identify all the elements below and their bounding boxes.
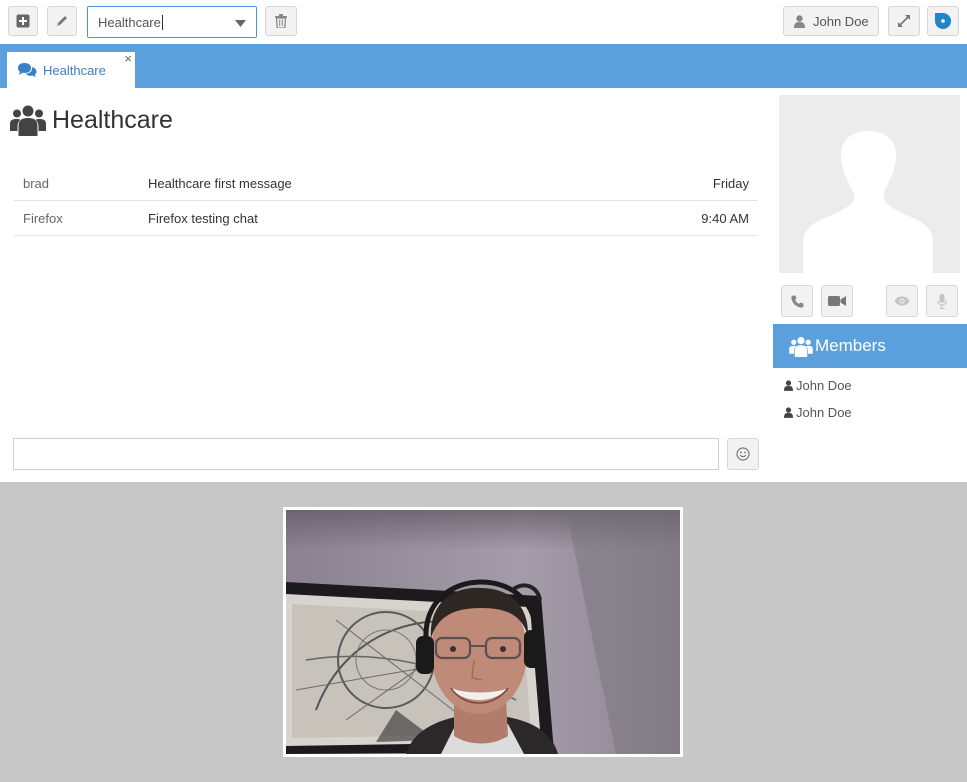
member-item[interactable]: John Doe xyxy=(784,378,852,393)
members-title: Members xyxy=(815,336,886,355)
trash-icon xyxy=(275,14,287,28)
toggle-view-button[interactable] xyxy=(886,285,918,317)
contact-avatar xyxy=(779,95,960,273)
user-icon xyxy=(784,380,793,391)
local-video[interactable] xyxy=(283,507,683,757)
brand-logo-icon xyxy=(935,13,951,29)
users-icon xyxy=(10,105,46,136)
microphone-button[interactable] xyxy=(926,285,958,317)
microphone-icon xyxy=(937,293,947,309)
message-time: Friday xyxy=(712,176,749,191)
tab-healthcare[interactable]: Healthcare × xyxy=(7,52,135,88)
users-icon xyxy=(789,336,813,357)
eye-icon xyxy=(894,296,910,306)
tab-close-button[interactable]: × xyxy=(124,52,132,66)
chevron-down-icon xyxy=(235,20,246,27)
video-camera-icon xyxy=(828,296,846,306)
user-icon xyxy=(794,14,805,28)
user-name: John Doe xyxy=(813,13,869,29)
tab-bar: Healthcare × xyxy=(0,44,967,88)
message-sender: Firefox xyxy=(23,211,63,226)
user-icon xyxy=(784,407,793,418)
room-title-text: Healthcare xyxy=(52,105,173,134)
message-sender: brad xyxy=(23,176,50,191)
add-room-button[interactable] xyxy=(8,6,38,36)
message-time: 9:40 AM xyxy=(701,211,749,226)
message-list: brad Healthcare first message Friday Fir… xyxy=(14,166,758,236)
plus-square-icon xyxy=(16,14,30,28)
comments-icon xyxy=(18,63,37,78)
delete-room-button[interactable] xyxy=(265,6,297,36)
member-item[interactable]: John Doe xyxy=(784,405,852,420)
chat-panel: Healthcare brad Healthcare first message… xyxy=(0,88,967,482)
edit-room-button[interactable] xyxy=(47,6,77,36)
expand-button[interactable] xyxy=(888,6,920,36)
room-title: Healthcare xyxy=(10,104,173,136)
brand-logo-button[interactable] xyxy=(927,6,959,36)
room-select-value: Healthcare xyxy=(98,14,161,30)
message-row[interactable]: Firefox Firefox testing chat 9:40 AM xyxy=(14,201,758,236)
avatar-silhouette-icon xyxy=(803,131,933,273)
emoji-button[interactable] xyxy=(727,438,759,470)
member-name: John Doe xyxy=(796,405,852,420)
pencil-icon xyxy=(57,16,67,26)
expand-icon xyxy=(898,15,910,27)
smile-icon xyxy=(736,447,750,461)
room-select[interactable]: Healthcare xyxy=(87,6,257,38)
video-call-button[interactable] xyxy=(821,285,853,317)
message-text: Firefox testing chat xyxy=(148,211,258,226)
message-row[interactable]: brad Healthcare first message Friday xyxy=(14,166,758,201)
audio-call-button[interactable] xyxy=(781,285,813,317)
chat-message-input[interactable] xyxy=(13,438,719,470)
webcam-video-feed xyxy=(286,510,680,754)
user-menu-button[interactable]: John Doe xyxy=(783,6,879,36)
message-text: Healthcare first message xyxy=(148,176,292,191)
phone-icon xyxy=(790,295,803,308)
top-toolbar: Healthcare John Doe xyxy=(0,0,967,44)
members-header: Members xyxy=(773,324,967,368)
member-name: John Doe xyxy=(796,378,852,393)
tab-label: Healthcare xyxy=(43,62,106,78)
